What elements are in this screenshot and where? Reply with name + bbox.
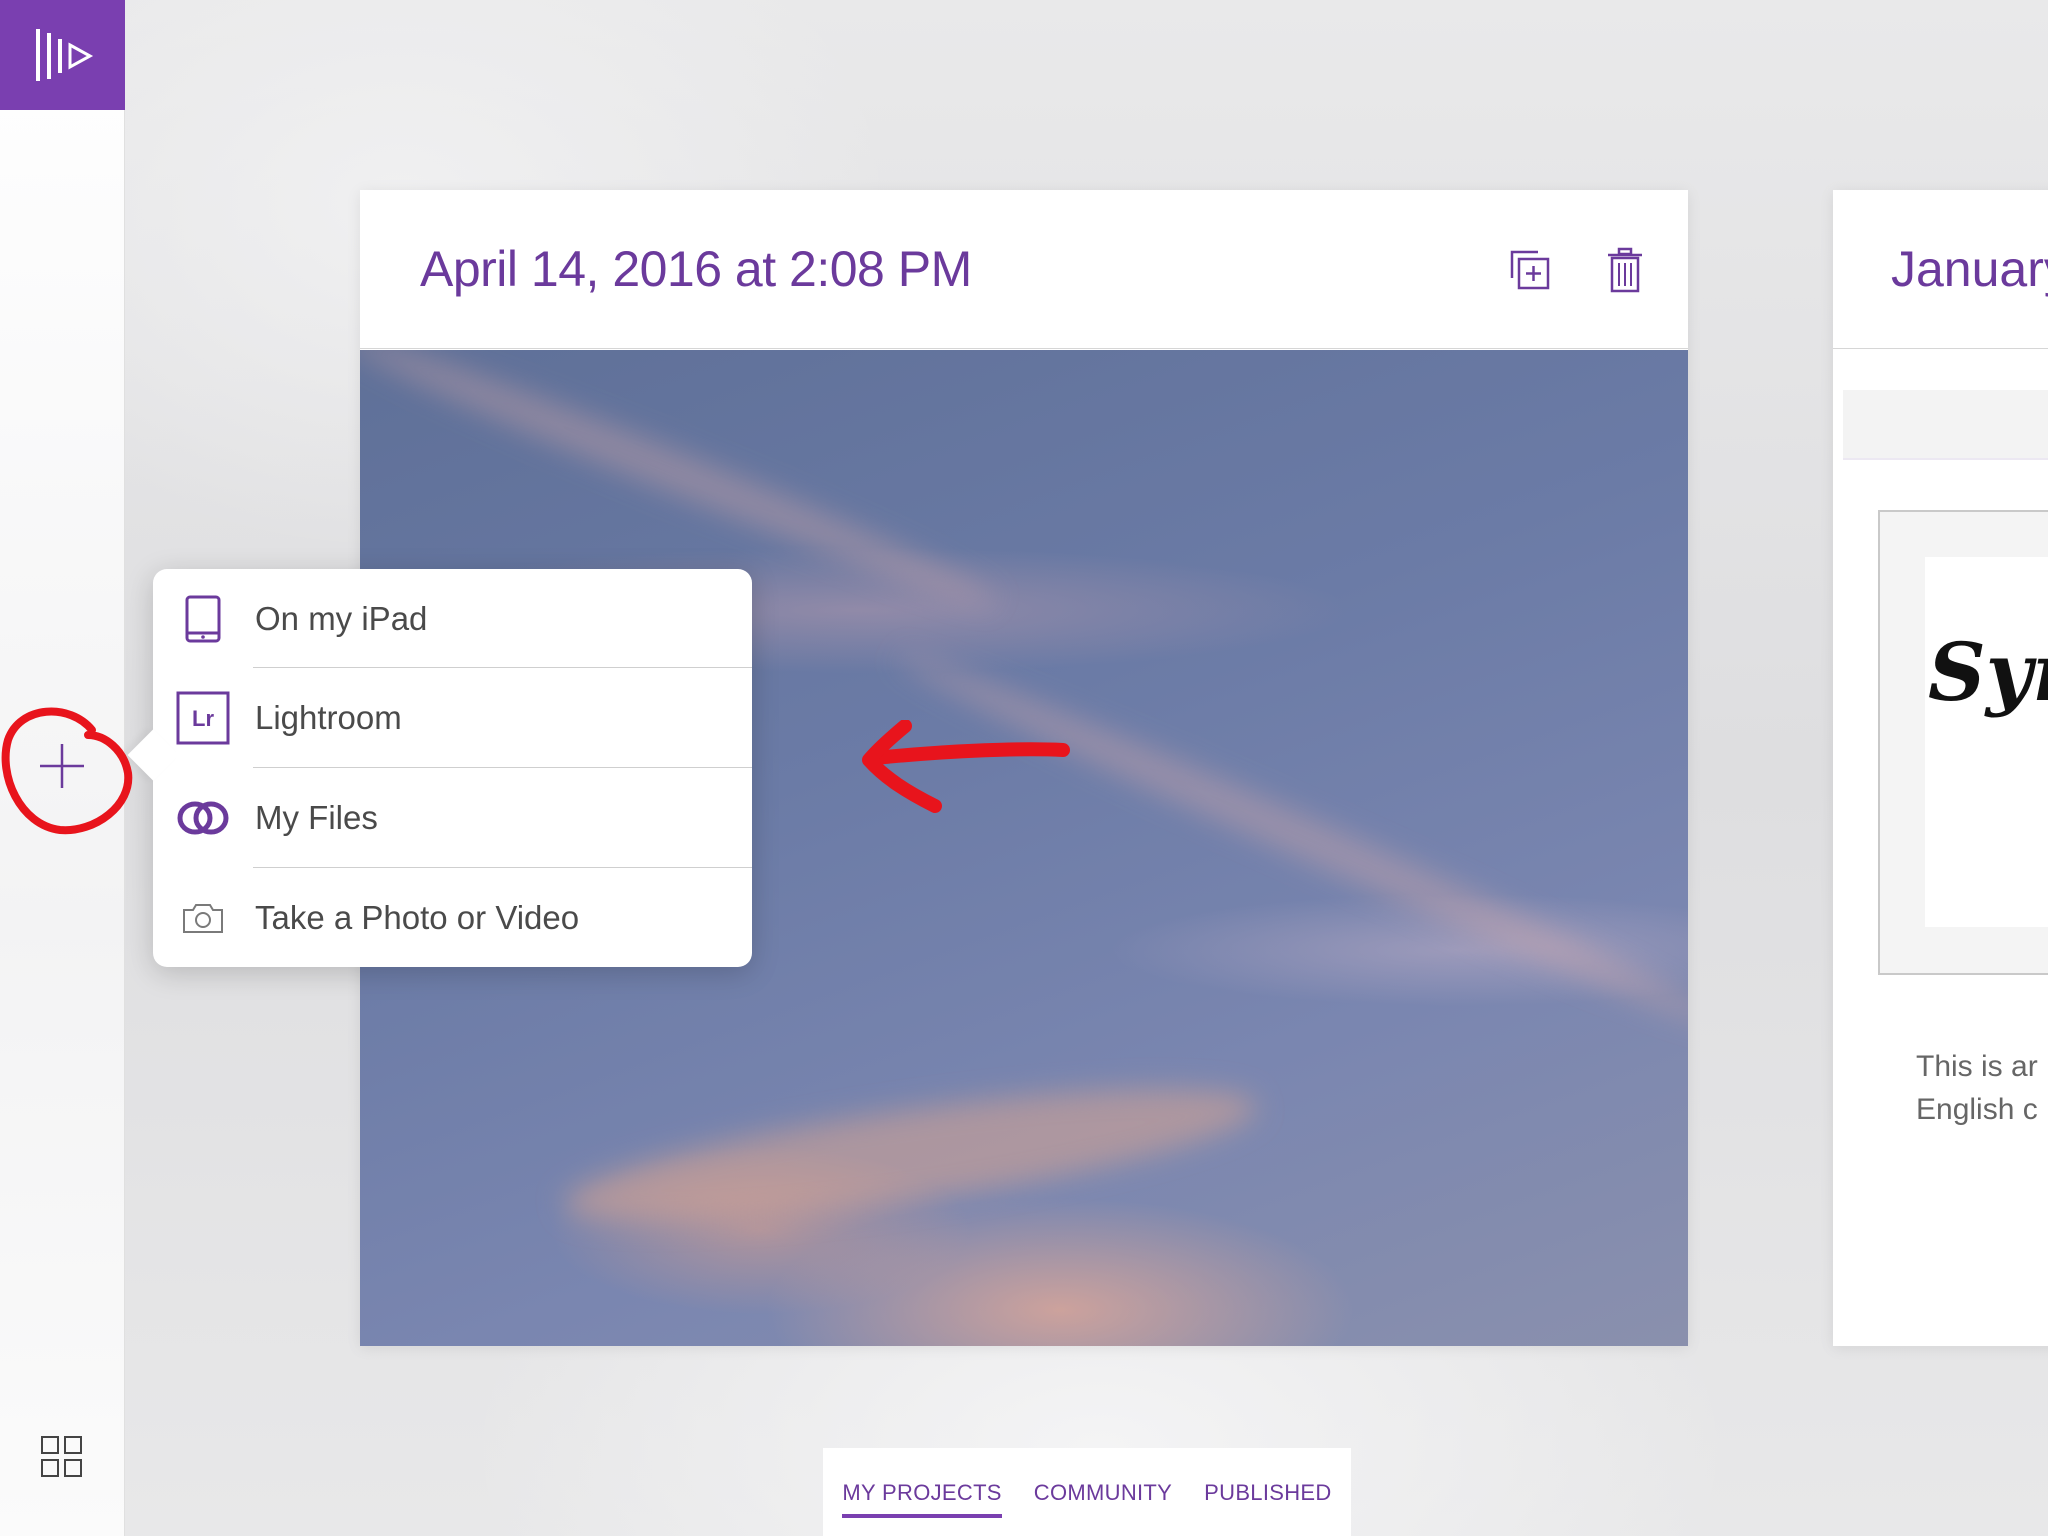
tab-published[interactable]: PUBLISHED [1204,1480,1331,1518]
trash-icon [1608,247,1642,293]
app-logo-icon [35,29,93,81]
menu-item-label: Take a Photo or Video [255,899,580,936]
lightroom-icon: Lr [153,668,253,768]
app-logo[interactable] [0,0,125,110]
next-project-body: This is ar English c [1916,1045,2038,1131]
creative-cloud-icon [153,768,253,868]
menu-item-label: On my iPad [255,600,428,637]
menu-item-take-photo[interactable]: Take a Photo or Video [153,868,752,968]
add-media-button[interactable] [26,730,98,802]
left-rail [0,0,125,1536]
delete-button[interactable] [1600,245,1650,295]
cloud-streak [557,1061,1263,1249]
next-project-frame [1878,510,2048,975]
menu-item-lightroom[interactable]: Lr Lightroom [153,668,752,768]
project-card-header: April 14, 2016 at 2:08 PM [360,190,1688,349]
body-line: English c [1916,1093,2038,1126]
menu-item-my-files[interactable]: My Files [153,768,752,868]
ipad-icon [153,569,253,669]
duplicate-button[interactable] [1505,245,1555,295]
next-project-title: January [1891,241,2048,297]
lightroom-icon-text: Lr [192,706,214,731]
project-title: April 14, 2016 at 2:08 PM [420,241,972,297]
add-media-popover: On my iPad Lr Lightroom My Files Take a … [127,569,752,968]
cloud-streak [890,638,1688,1042]
next-project-card[interactable]: January Syr This is ar English c [1833,190,2048,1346]
body-line: This is ar [1916,1050,2038,1083]
grid-view-button[interactable] [40,1435,84,1479]
menu-item-label: My Files [255,799,378,836]
next-project-script-text: Syr [1928,625,2048,719]
tab-community[interactable]: COMMUNITY [1034,1480,1172,1518]
next-project-bar [1843,390,2048,460]
divider [1833,348,2048,349]
menu-item-label: Lightroom [255,699,402,736]
plus-icon [40,744,84,788]
menu-item-on-my-ipad[interactable]: On my iPad [153,569,752,669]
tab-my-projects[interactable]: MY PROJECTS [842,1480,1003,1518]
next-project-frame-inner [1925,557,2048,927]
duplicate-icon [1510,250,1550,290]
bottom-tabs: MY PROJECTS COMMUNITY PUBLISHED [823,1448,1351,1536]
camera-icon [153,868,253,968]
grid-icon [41,1436,82,1477]
